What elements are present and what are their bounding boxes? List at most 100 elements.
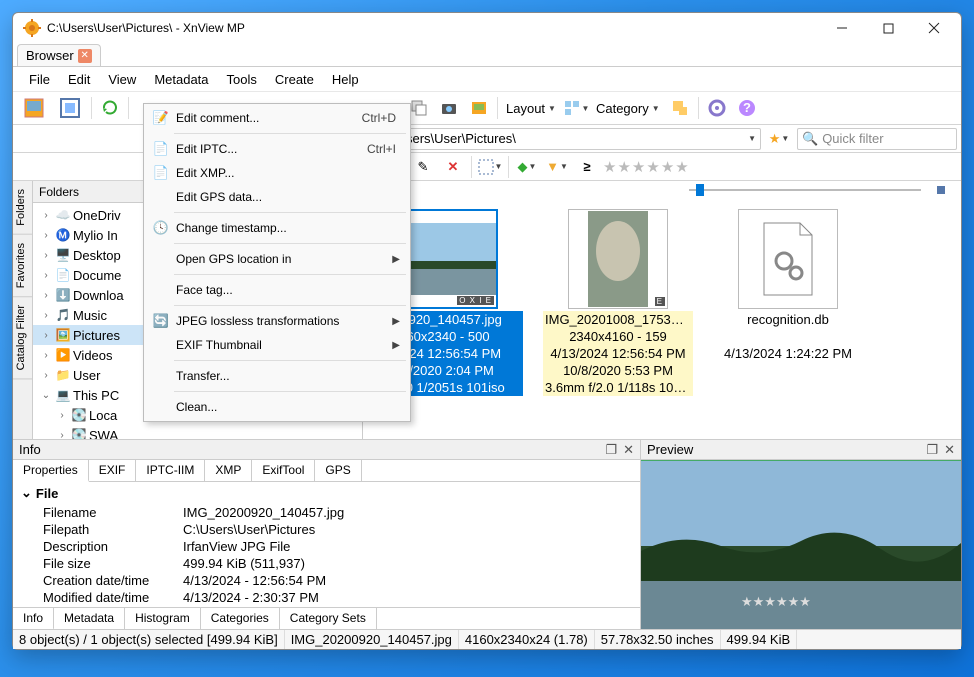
prop-key: Modified date/time (43, 590, 183, 605)
undock-icon[interactable]: ❐ (926, 442, 938, 458)
thumbnail-card[interactable]: recognition.db 4/13/2024 1:24:22 PM (713, 209, 863, 429)
view-mode-button[interactable] (17, 94, 51, 122)
help-button[interactable]: ? (733, 94, 761, 122)
prop-key: Filepath (43, 522, 183, 537)
filter-button[interactable]: ▼▼ (543, 153, 571, 181)
side-tab-catalog[interactable]: Catalog Filter (13, 297, 32, 379)
menu-exif-thumbnail[interactable]: EXIF Thumbnail▶ (146, 333, 408, 357)
tree-label: User (73, 368, 100, 383)
info-tab-xmp[interactable]: XMP (205, 460, 252, 481)
rating-stars[interactable]: ★★★★★★ (603, 158, 689, 176)
close-icon[interactable]: ✕ (623, 442, 634, 458)
rotate-icon: 🔄 (150, 313, 172, 329)
menu-jpeg-transforms[interactable]: 🔄JPEG lossless transformations▶ (146, 309, 408, 333)
preview-panel: Preview ❐✕ ★★★★★★ (641, 440, 961, 629)
bottom-tab-histogram[interactable]: Histogram (125, 608, 201, 629)
preview-image[interactable]: ★★★★★★ (641, 460, 961, 629)
status-size: 499.94 KiB (721, 630, 798, 649)
window-title: C:\Users\User\Pictures\ - XnView MP (47, 21, 819, 35)
maximize-button[interactable] (865, 13, 911, 43)
side-tabs: Folders Favorites Catalog Filter (13, 181, 33, 439)
info-tab-properties[interactable]: Properties (13, 460, 89, 482)
info-tab-exif[interactable]: EXIF (89, 460, 137, 481)
menu-metadata[interactable]: Metadata (146, 70, 216, 89)
slideshow-button[interactable] (465, 94, 493, 122)
select-button[interactable]: ▼ (476, 153, 504, 181)
info-tab-iptc-iim[interactable]: IPTC-IIM (136, 460, 205, 481)
tree-label: Videos (73, 348, 113, 363)
star-icon[interactable]: ★ (603, 158, 616, 176)
menu-face-tag[interactable]: Face tag... (146, 278, 408, 302)
tab-browser[interactable]: Browser ✕ (17, 44, 101, 66)
thumb-line: 3.6mm f/2.0 1/118s 100iso (543, 379, 693, 396)
bottom-tab-category-sets[interactable]: Category Sets (280, 608, 377, 629)
tree-label: OneDriv (73, 208, 121, 223)
bottom-tab-info[interactable]: Info (13, 608, 54, 630)
settings-button[interactable] (703, 94, 731, 122)
minimize-button[interactable] (819, 13, 865, 43)
menu-transfer[interactable]: Transfer... (146, 364, 408, 388)
bottom-tab-categories[interactable]: Categories (201, 608, 280, 629)
prop-value: 499.94 KiB (511,937) (183, 556, 305, 571)
menu-file[interactable]: File (21, 70, 58, 89)
menu-edit-comment[interactable]: 📝Edit comment...Ctrl+D (146, 106, 408, 130)
sort-button[interactable]: ◆▼ (513, 153, 541, 181)
menu-change-timestamp[interactable]: 🕓Change timestamp... (146, 216, 408, 240)
category-dropdown[interactable]: Category▼ (592, 101, 664, 116)
delete-button[interactable]: ✕ (439, 153, 467, 181)
menu-edit-xmp[interactable]: 📄Edit XMP... (146, 161, 408, 185)
camera-button[interactable] (435, 94, 463, 122)
menu-open-gps[interactable]: Open GPS location in▶ (146, 247, 408, 271)
menu-view[interactable]: View (100, 70, 144, 89)
iptc-icon: 📄 (150, 141, 172, 157)
thumbnail-grid[interactable]: O X I E20920_140457.jpg60x2340 - 5002024… (363, 199, 961, 439)
layout-dropdown[interactable]: Layout▼ (502, 101, 560, 116)
quick-filter-input[interactable]: 🔍 Quick filter (797, 128, 957, 150)
info-tab-exiftool[interactable]: ExifTool (252, 460, 315, 481)
m-icon: Ⓜ️ (55, 227, 71, 243)
edit-button[interactable]: ✎ (409, 153, 437, 181)
bottom-tab-metadata[interactable]: Metadata (54, 608, 125, 629)
status-filename: IMG_20200920_140457.jpg (285, 630, 459, 649)
prop-group[interactable]: ⌄File (13, 482, 640, 504)
tab-close-icon[interactable]: ✕ (78, 49, 92, 63)
side-tab-folders[interactable]: Folders (13, 181, 32, 235)
prop-value: 4/13/2024 - 2:30:37 PM (183, 590, 319, 605)
tag-button[interactable] (666, 94, 694, 122)
thumbnail-card[interactable]: EIMG_20201008_175340.jpg2340x4160 - 1594… (543, 209, 693, 429)
comment-icon: 📝 (150, 110, 172, 126)
clock-icon: 🕓 (150, 220, 172, 236)
menu-edit[interactable]: Edit (60, 70, 98, 89)
menu-clean[interactable]: Clean... (146, 395, 408, 419)
side-tab-favorites[interactable]: Favorites (13, 235, 32, 297)
close-button[interactable] (911, 13, 957, 43)
fullscreen-button[interactable] (53, 94, 87, 122)
refresh-button[interactable] (96, 94, 124, 122)
thumb-line: IMG_20201008_175340.jpg (543, 311, 693, 328)
menu-tools[interactable]: Tools (219, 70, 265, 89)
favorites-button[interactable]: ★▼ (765, 125, 793, 153)
info-tab-gps[interactable]: GPS (315, 460, 361, 481)
slider-thumb[interactable] (696, 184, 704, 196)
drive-icon: 💽 (71, 407, 87, 423)
undock-icon[interactable]: ❐ (605, 442, 617, 458)
metadata-menu: 📝Edit comment...Ctrl+D 📄Edit IPTC...Ctrl… (143, 103, 411, 422)
info-tabs: PropertiesEXIFIPTC-IIMXMPExifToolGPS (13, 460, 640, 482)
desk-icon: 🖥️ (55, 247, 71, 263)
menu-edit-gps[interactable]: Edit GPS data... (146, 185, 408, 209)
compare-button[interactable]: ≥ (573, 153, 601, 181)
tree-item[interactable]: ›💽SWA (33, 425, 362, 439)
menu-help[interactable]: Help (324, 70, 367, 89)
view-options-button[interactable]: ▼ (562, 94, 590, 122)
path-input[interactable]: 📁 sers\User\Pictures\ ▼ (381, 128, 761, 150)
thumbnail-image: O X I E (398, 209, 498, 309)
drive-icon: 💽 (71, 427, 87, 439)
chevron-down-icon[interactable]: ▼ (748, 134, 756, 143)
close-icon[interactable]: ✕ (944, 442, 955, 458)
menu-create[interactable]: Create (267, 70, 322, 89)
menu-edit-iptc[interactable]: 📄Edit IPTC...Ctrl+I (146, 137, 408, 161)
doc-icon: 📄 (55, 267, 71, 283)
bottom-panels: Info ❐ ✕ PropertiesEXIFIPTC-IIMXMPExifToo… (13, 439, 961, 629)
thumb-size-slider[interactable] (363, 181, 961, 199)
tree-label: Loca (89, 408, 117, 423)
